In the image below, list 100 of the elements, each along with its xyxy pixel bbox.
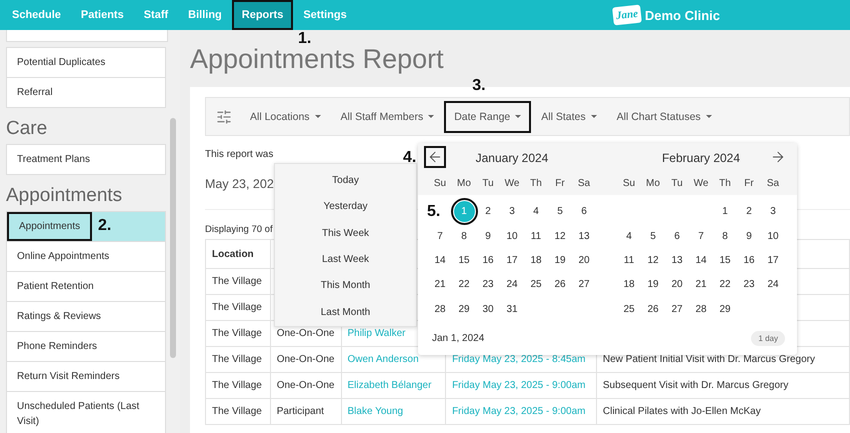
table-cell: The Village [206, 320, 270, 346]
sidebar-item[interactable]: Potential Duplicates [6, 47, 166, 78]
page-title: Appointments Report [190, 44, 445, 75]
sidebar-item[interactable]: Ratings & Reviews [6, 301, 166, 332]
sidebar-item[interactable]: Referral [6, 77, 166, 108]
calendar-day[interactable]: 29 [454, 298, 474, 320]
table-cell: Participant [270, 398, 341, 424]
calendar-day[interactable]: 27 [666, 298, 688, 320]
calendar-day[interactable]: 9 [478, 226, 498, 246]
calendar-day[interactable]: 5 [642, 226, 664, 246]
calendar-day[interactable]: 24 [762, 274, 784, 296]
sliders-icon[interactable] [216, 108, 232, 124]
filter-dropdown[interactable]: Date Range [444, 100, 532, 132]
previous-month-button[interactable] [424, 146, 446, 168]
calendar-day[interactable]: 28 [690, 298, 712, 320]
calendar-day[interactable]: 7 [690, 226, 712, 246]
calendar-day[interactable]: 9 [738, 226, 760, 246]
weekday-label: Tu [670, 177, 684, 191]
filter-dropdown[interactable]: All States [531, 100, 607, 132]
filter-dropdown[interactable]: All Staff Members [330, 100, 444, 132]
table-cell: Subsequent Visit with Dr. Marcus Gregory [596, 372, 850, 398]
weekday-label: Fr [743, 177, 755, 191]
calendar-day[interactable]: 20 [666, 274, 688, 296]
weekday-label: Su [432, 177, 448, 191]
calendar-day[interactable]: 11 [618, 250, 640, 271]
calendar-day[interactable]: 26 [642, 298, 664, 320]
calendar-day[interactable]: 13 [666, 250, 688, 271]
sidebar-item[interactable]: Phone Reminders [6, 331, 166, 362]
step-number: 3. [472, 78, 486, 94]
calendar-day[interactable]: 29 [714, 298, 736, 320]
calendar-day[interactable]: 12 [642, 250, 664, 271]
calendar-day[interactable]: 13 [574, 226, 594, 246]
calendar-day[interactable]: 18 [526, 250, 546, 271]
calendar-day[interactable]: 25 [526, 274, 546, 296]
calendar-day[interactable]: 12 [550, 226, 570, 246]
calendar-day[interactable]: 31 [502, 298, 522, 320]
calendar-day[interactable]: 7 [430, 226, 450, 246]
weekday-label: Fr [554, 177, 566, 191]
calendar-day[interactable]: 21 [430, 274, 450, 296]
calendar-day[interactable]: 30 [478, 298, 498, 320]
calendar-day[interactable]: 10 [502, 226, 522, 246]
table-cell: The Village [206, 294, 270, 320]
preset-option[interactable]: This Month [275, 273, 416, 300]
filter-dropdown[interactable]: All Chart Statuses [606, 100, 722, 132]
calendar-day[interactable]: 26 [550, 274, 570, 296]
weekday-label: Mo [456, 177, 472, 191]
column-header: Location [206, 240, 270, 268]
sidebar-item[interactable]: Patient Retention [6, 271, 166, 302]
calendar-day[interactable]: 16 [738, 250, 760, 271]
calendar-day[interactable]: 8 [454, 226, 474, 246]
step-number: 2. [98, 218, 112, 234]
calendar-day[interactable]: 22 [714, 274, 736, 296]
weekday-label: Mo [645, 177, 661, 191]
calendar-day[interactable]: 8 [714, 226, 736, 246]
displaying-count: Displaying 70 of [205, 224, 273, 235]
weekday-label: We [504, 177, 520, 191]
calendar-day[interactable]: 17 [502, 250, 522, 271]
calendar-day[interactable]: 6 [666, 226, 688, 246]
calendar-day[interactable]: 14 [430, 250, 450, 271]
calendar-day[interactable]: 20 [574, 250, 594, 271]
calendar-day[interactable]: 22 [454, 274, 474, 296]
arrow-left-icon [427, 149, 443, 165]
calendar-day[interactable]: 27 [574, 274, 594, 296]
weekday-label: Th [718, 177, 732, 191]
preset-option[interactable]: This Week [275, 220, 416, 247]
weekday-label: Tu [481, 177, 495, 191]
calendar-day[interactable]: 15 [454, 250, 474, 271]
calendar-day[interactable]: 4 [618, 226, 640, 246]
sidebar-item[interactable]: Treatment Plans [6, 144, 166, 175]
calendar-day[interactable]: 28 [430, 298, 450, 320]
generated-note: This report was [205, 149, 274, 160]
step-number: 1. [298, 31, 312, 47]
calendar-day[interactable]: 23 [738, 274, 760, 296]
weekday-label: Su [622, 177, 636, 191]
calendar-day[interactable]: 19 [550, 250, 570, 271]
table-cell: Clinical Pilates with Jo-Ellen McKay [596, 398, 850, 424]
table-cell: One-On-One [270, 372, 341, 398]
sidebar-item[interactable]: Online Appointments [6, 241, 166, 272]
calendar-day[interactable]: 19 [642, 274, 664, 296]
calendar-day[interactable]: 24 [502, 274, 522, 296]
calendar-day[interactable]: 16 [478, 250, 498, 271]
calendar-day[interactable]: 17 [762, 250, 784, 271]
calendar-day[interactable]: 18 [618, 274, 640, 296]
month-title: January 2024 [476, 151, 548, 165]
sidebar-item[interactable]: Unscheduled Patients (Last Visit) [6, 391, 166, 433]
calendar-day[interactable]: 14 [690, 250, 712, 271]
weekday-label: Th [529, 177, 543, 191]
table-cell: The Village [206, 346, 270, 372]
sidebar-item[interactable]: Return Visit Reminders [6, 361, 166, 392]
weekday-label: Sa [766, 177, 780, 191]
calendar-day[interactable]: 23 [478, 274, 498, 296]
calendar-day[interactable]: 25 [618, 298, 640, 320]
filter-dropdown[interactable]: All Locations [240, 100, 331, 132]
preset-option[interactable]: Last Week [275, 246, 416, 274]
calendar-day[interactable]: 11 [526, 226, 546, 246]
month-title: February 2024 [662, 151, 740, 165]
calendar-day[interactable]: 10 [762, 226, 784, 246]
table-cell: The Village [206, 398, 270, 424]
calendar-day[interactable]: 15 [714, 250, 736, 271]
calendar-day[interactable]: 21 [690, 274, 712, 296]
